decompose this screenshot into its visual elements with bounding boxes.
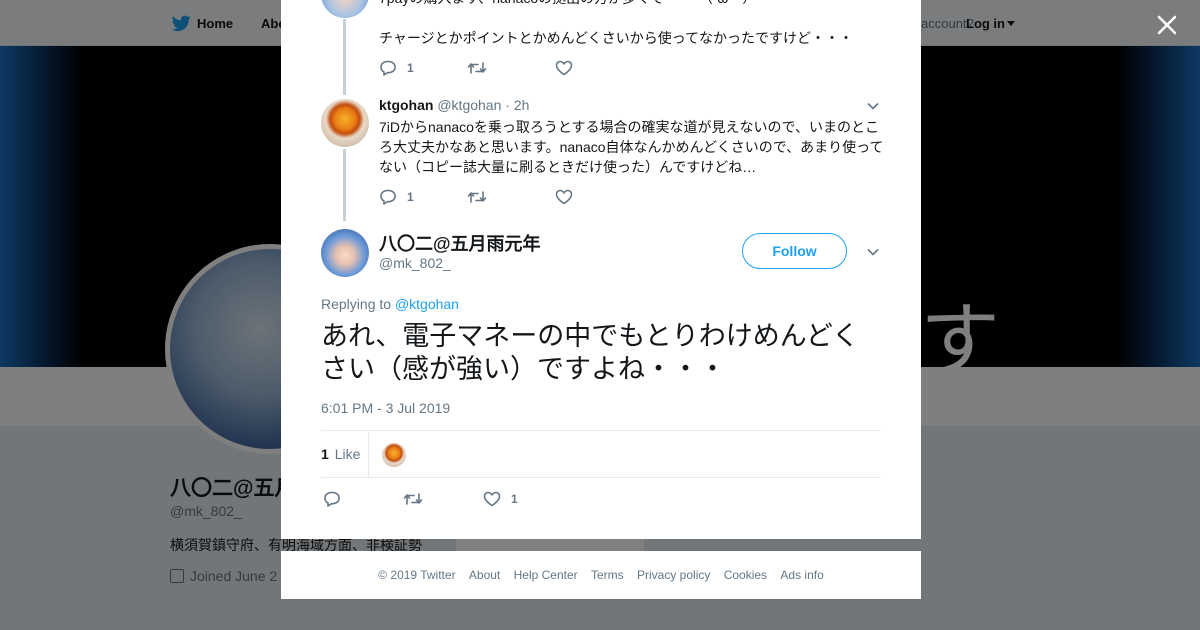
replying-to: Replying to @ktgohan [321,296,459,312]
author-handle[interactable]: @ktgohan [437,97,501,113]
retweet-button[interactable] [467,61,555,75]
reply-icon [323,491,341,507]
footer-link-ads-info[interactable]: Ads info [780,568,823,582]
likes-stat[interactable]: 1 Like [321,446,360,462]
author-name[interactable]: ktgohan [379,97,433,113]
chevron-down-icon[interactable] [867,248,879,256]
footer-copyright: © 2019 Twitter [378,568,456,582]
likes-label: Like [334,446,361,462]
tweet-time[interactable]: · 2h [505,97,529,113]
retweet-icon [467,190,487,204]
reply-icon [379,189,397,205]
reply-button[interactable]: 1 [379,60,467,76]
tweet-permalink-modal: 7payの購入ます、nanacoの拠出の方が多くて・・・（´ω｀） チャージとか… [281,0,921,539]
retweet-icon [403,492,423,506]
footer-link-help-center[interactable]: Help Center [514,568,578,582]
like-button[interactable] [555,60,643,76]
footer-link-privacy[interactable]: Privacy policy [637,568,710,582]
heart-icon [555,60,573,76]
tweet-timestamp[interactable]: 6:01 PM - 3 Jul 2019 [321,400,450,416]
footer-link-terms[interactable]: Terms [591,568,624,582]
tweet-header: ktgohan @ktgohan · 2h [379,97,529,113]
thread-connector-line [343,19,346,95]
tweet-text: 7iDからnanacoを乗っ取ろうとする場合の確実な道が見えないので、いまのとこ… [379,119,884,175]
avatar[interactable] [321,0,369,18]
heart-icon [483,491,501,507]
like-button[interactable] [555,189,643,205]
reply-count: 1 [407,61,414,75]
retweet-button[interactable] [403,492,483,506]
follow-button[interactable]: Follow [742,233,847,269]
like-button[interactable]: 1 [483,491,563,507]
liker-avatar[interactable] [382,443,406,467]
footer-link-about[interactable]: About [469,568,500,582]
heart-icon [555,189,573,205]
retweet-button[interactable] [467,190,555,204]
replying-to-mention[interactable]: @ktgohan [395,296,459,312]
modal-footer: © 2019 Twitter About Help Center Terms P… [281,551,921,599]
avatar[interactable] [321,229,369,277]
reply-icon [379,60,397,76]
avatar[interactable] [321,99,369,147]
reply-count: 1 [407,190,414,204]
tweet-text: チャージとかポイントとかめんどくさいから使ってなかったですけど・・・ [379,30,854,46]
tweet-stats: 1 Like [321,430,881,478]
tweet-actions: 1 [379,187,643,207]
chevron-down-icon[interactable] [867,102,879,110]
tweet-actions: 1 [379,58,643,78]
footer-link-cookies[interactable]: Cookies [724,568,767,582]
previous-tweet-text: 7payの購入ます、nanacoの拠出の方が多くて・・・（´ω｀） [379,0,756,8]
tweet-body: あれ、電子マネーの中でもとりわけめんどくさい（感が強い）ですよね・・・ [321,321,860,385]
tweet-author-handle[interactable]: @mk_802_ [379,255,451,271]
tweet-author-name[interactable]: 八〇二@五月雨元年 [379,230,541,256]
close-icon[interactable] [1156,14,1178,36]
retweet-icon [467,61,487,75]
reply-button[interactable] [323,491,403,507]
replying-to-label: Replying to [321,296,392,312]
thread-connector-line [343,149,346,221]
reply-button[interactable]: 1 [379,189,467,205]
tweet-actions: 1 [323,489,563,509]
likes-count: 1 [321,446,329,462]
stats-divider [368,431,369,477]
like-count: 1 [511,492,518,506]
